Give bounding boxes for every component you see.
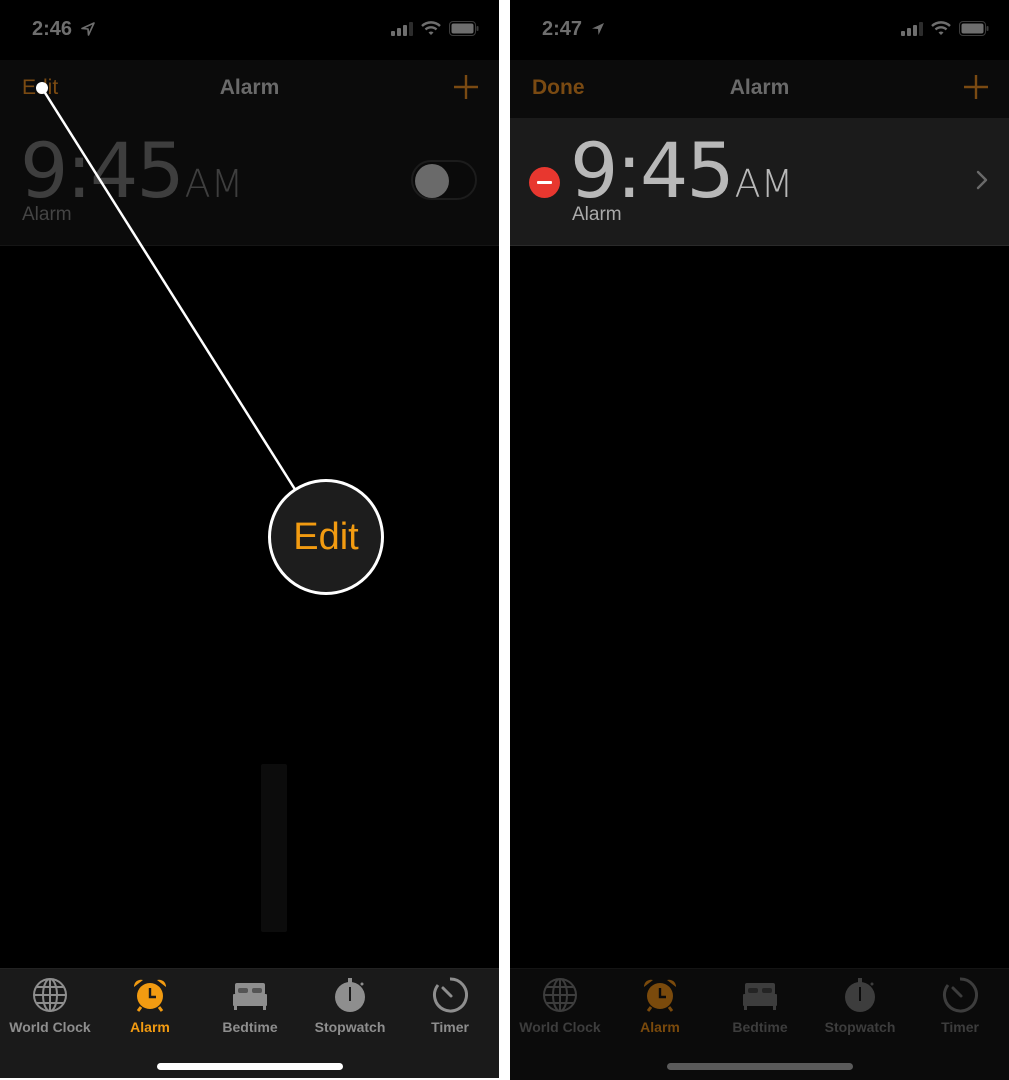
status-icons bbox=[391, 21, 479, 36]
cellular-signal-icon bbox=[901, 21, 923, 36]
status-icons bbox=[901, 21, 989, 36]
wifi-icon bbox=[421, 21, 441, 35]
timer-icon bbox=[433, 977, 468, 1013]
tab-bedtime[interactable]: Bedtime bbox=[200, 977, 300, 1035]
tab-bar: World Clock Alarm Bedtime Stopwatch Time… bbox=[0, 968, 499, 1078]
alarm-clock-icon bbox=[133, 979, 167, 1012]
done-button[interactable]: Done bbox=[532, 76, 585, 100]
tab-label: Alarm bbox=[640, 1019, 680, 1035]
home-indicator bbox=[666, 1063, 853, 1070]
battery-icon bbox=[959, 21, 989, 36]
status-bar: 2:46 bbox=[0, 0, 499, 60]
tab-label: World Clock bbox=[9, 1019, 91, 1035]
tab-label: Stopwatch bbox=[314, 1019, 386, 1035]
battery-icon bbox=[449, 21, 479, 36]
tab-timer[interactable]: Timer bbox=[400, 977, 499, 1035]
right-screen: 2:47 Done Alarm 9:45AM Alarm World Clock… bbox=[510, 0, 1009, 1080]
alarm-row[interactable]: 9:45AM Alarm bbox=[0, 118, 499, 246]
nav-bar: Done Alarm bbox=[510, 60, 1009, 118]
add-alarm-button[interactable] bbox=[453, 74, 479, 100]
cellular-signal-icon bbox=[391, 21, 413, 36]
page-title: Alarm bbox=[729, 76, 790, 99]
tab-bedtime[interactable]: Bedtime bbox=[710, 977, 810, 1035]
tab-world-clock[interactable]: World Clock bbox=[510, 977, 610, 1035]
alarm-period: AM bbox=[734, 162, 794, 206]
tab-bar: World Clock Alarm Bedtime Stopwatch Time… bbox=[510, 968, 1009, 1080]
location-arrow-icon bbox=[81, 22, 95, 36]
alarm-clock-icon bbox=[643, 979, 677, 1012]
status-bar: 2:47 bbox=[510, 0, 1009, 60]
alarm-time-value: 9:45 bbox=[570, 126, 735, 215]
scroll-indicator bbox=[261, 764, 287, 932]
plus-icon bbox=[454, 75, 478, 99]
alarm-row[interactable]: 9:45AM Alarm bbox=[510, 118, 1009, 246]
alarm-period: AM bbox=[184, 162, 244, 206]
stopwatch-icon bbox=[335, 978, 365, 1012]
chevron-right-icon[interactable] bbox=[975, 168, 989, 192]
alarm-time-value: 9:45 bbox=[20, 126, 185, 215]
tab-label: Bedtime bbox=[222, 1019, 278, 1035]
bed-icon bbox=[233, 983, 267, 1010]
alarm-time: 9:45AM bbox=[20, 126, 243, 215]
tab-label: Alarm bbox=[130, 1019, 170, 1035]
tab-world-clock[interactable]: World Clock bbox=[0, 977, 100, 1035]
tab-label: Bedtime bbox=[732, 1019, 788, 1035]
globe-icon bbox=[543, 978, 577, 1012]
page-title: Alarm bbox=[219, 76, 280, 99]
alarm-time: 9:45AM bbox=[570, 126, 793, 215]
callout-text: Edit bbox=[293, 515, 359, 558]
callout-dot bbox=[36, 82, 48, 94]
nav-bar: Edit Alarm bbox=[0, 60, 499, 118]
delete-alarm-button[interactable] bbox=[529, 167, 560, 198]
tab-timer[interactable]: Timer bbox=[910, 977, 1009, 1035]
stopwatch-icon bbox=[845, 978, 875, 1012]
tab-label: Timer bbox=[431, 1019, 469, 1035]
status-time: 2:47 bbox=[542, 18, 583, 40]
alarm-label: Alarm bbox=[572, 204, 622, 225]
tab-label: Timer bbox=[941, 1019, 979, 1035]
status-time: 2:46 bbox=[32, 18, 73, 40]
alarm-toggle[interactable] bbox=[411, 160, 477, 200]
bed-icon bbox=[743, 983, 777, 1010]
plus-icon bbox=[964, 75, 988, 99]
tab-stopwatch[interactable]: Stopwatch bbox=[810, 977, 910, 1035]
location-arrow-icon bbox=[592, 23, 604, 35]
tab-alarm[interactable]: Alarm bbox=[100, 977, 200, 1035]
left-screen: 2:46 Edit Alarm 9:45AM Alarm World Clock… bbox=[0, 0, 499, 1078]
callout-bubble: Edit bbox=[268, 479, 384, 595]
home-indicator bbox=[156, 1063, 343, 1070]
toggle-knob bbox=[415, 164, 449, 198]
tab-stopwatch[interactable]: Stopwatch bbox=[300, 977, 400, 1035]
globe-icon bbox=[33, 978, 67, 1012]
wifi-icon bbox=[931, 21, 951, 35]
tab-label: World Clock bbox=[519, 1019, 601, 1035]
timer-icon bbox=[943, 977, 978, 1013]
alarm-label: Alarm bbox=[22, 204, 72, 225]
tab-label: Stopwatch bbox=[824, 1019, 896, 1035]
add-alarm-button[interactable] bbox=[963, 74, 989, 100]
tab-alarm[interactable]: Alarm bbox=[610, 977, 710, 1035]
